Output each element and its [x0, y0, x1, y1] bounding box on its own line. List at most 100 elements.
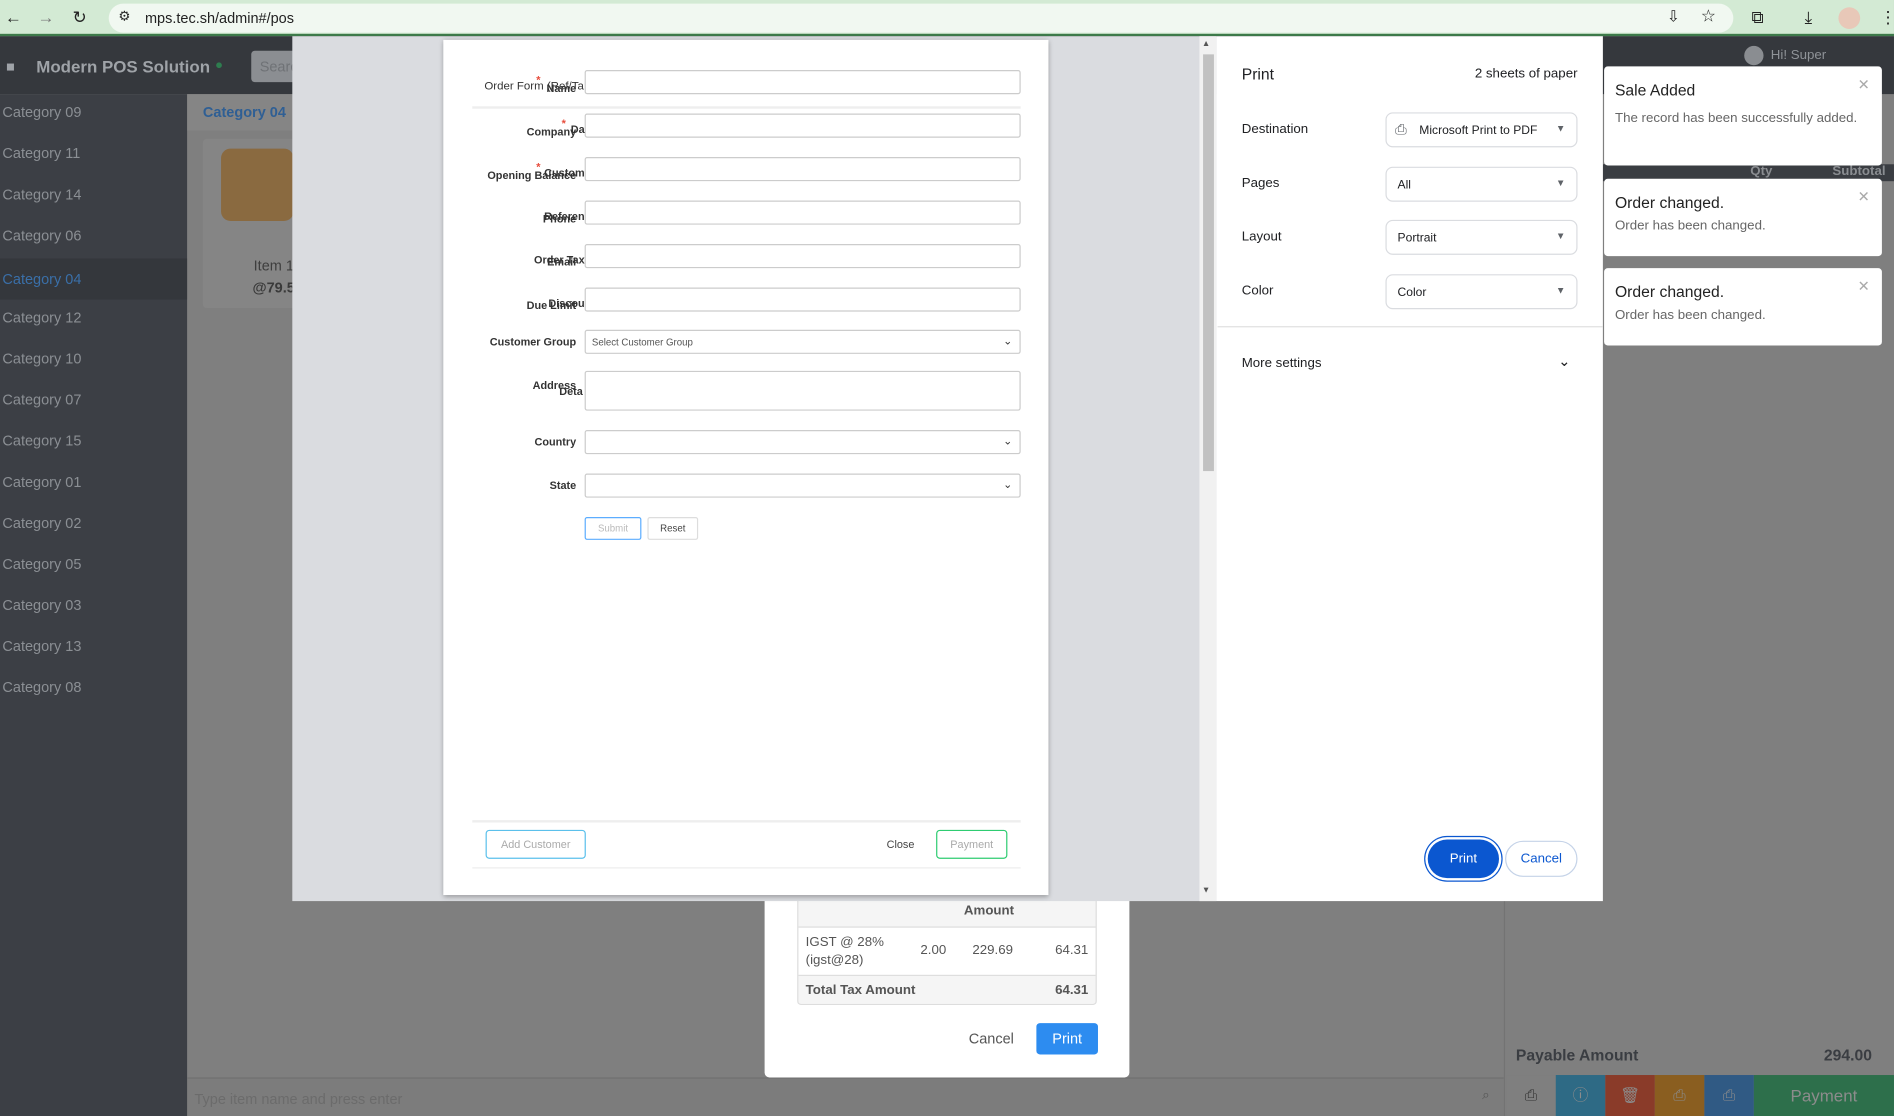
- search-icon[interactable]: ⌕: [1482, 1088, 1489, 1104]
- product-name: Item 1: [253, 257, 294, 275]
- item-input[interactable]: Type item name and press enter: [194, 1091, 402, 1108]
- sheet-count: 2 sheets of paper: [1474, 66, 1578, 81]
- cart-header-qty: Qty: [1750, 164, 1773, 179]
- brand-title: Modern POS Solution: [36, 56, 211, 77]
- sidebar-item-category-15[interactable]: Category 15: [2, 432, 81, 449]
- sidebar-item-category-04[interactable]: Category 04: [0, 258, 188, 300]
- chevron-down-icon: ⌄: [1003, 434, 1013, 447]
- payment-preview-button[interactable]: Payment: [936, 829, 1008, 859]
- customer-group-label: Customer Group: [489, 335, 577, 348]
- print-button[interactable]: Print: [1427, 839, 1500, 879]
- sidebar-item-category-11[interactable]: Category 11: [2, 145, 80, 162]
- sidebar-item-category-12[interactable]: Category 12: [2, 309, 81, 326]
- overlapping-label: Custom: [544, 166, 585, 179]
- folder-icon[interactable]: ■: [6, 58, 15, 75]
- tax-cancel-button[interactable]: Cancel: [969, 1030, 1014, 1047]
- sidebar-item-category-14[interactable]: Category 14: [2, 186, 81, 203]
- install-icon[interactable]: ⇩: [1667, 7, 1680, 26]
- scrollbar-thumb[interactable]: [1203, 54, 1214, 472]
- tax-row: IGST @ 28% (igst@28) 2.00 229.69 64.31: [798, 928, 1096, 976]
- address-textarea[interactable]: [584, 370, 1021, 411]
- print-bill-button[interactable]: ⎙: [1704, 1075, 1754, 1116]
- info-button[interactable]: ⓘ: [1555, 1075, 1606, 1116]
- sidebar-item-category-09[interactable]: Category 09: [2, 104, 81, 121]
- payment-button[interactable]: Payment: [1753, 1075, 1894, 1116]
- sidebar-item-category-06[interactable]: Category 06: [2, 227, 81, 244]
- sidebar-item-category-08[interactable]: Category 08: [2, 679, 81, 696]
- reload-icon[interactable]: ↻: [72, 7, 86, 28]
- close-icon[interactable]: ✕: [1858, 278, 1870, 295]
- overlapping-label: Da: [570, 123, 585, 136]
- color-select[interactable]: Color ▼: [1385, 274, 1578, 310]
- field-input[interactable]: [584, 287, 1021, 312]
- category-sidebar: Category 09 Category 11 Category 14 Categor…: [0, 94, 188, 1116]
- submit-button[interactable]: Submit: [584, 516, 642, 540]
- reset-button[interactable]: Reset: [647, 516, 699, 540]
- destination-select[interactable]: ⎙ Microsoft Print to PDF ▼: [1385, 112, 1578, 148]
- profile-avatar[interactable]: [1838, 7, 1861, 29]
- item-input-bar[interactable]: Type item name and press enter ⌕: [187, 1077, 1504, 1116]
- required-marker: *: [536, 73, 541, 86]
- menu-kebab-icon[interactable]: ⋮: [1879, 7, 1893, 28]
- extensions-icon[interactable]: ⧉: [1751, 7, 1763, 28]
- user-menu[interactable]: Hi! Super: [1771, 48, 1826, 62]
- field-input[interactable]: [584, 113, 1021, 138]
- state-select[interactable]: ⌄: [584, 473, 1021, 498]
- more-settings-toggle[interactable]: More settings: [1242, 356, 1322, 370]
- pages-select[interactable]: All ▼: [1385, 166, 1578, 202]
- sidebar-item-category-03[interactable]: Category 03: [2, 597, 81, 614]
- print-order-button[interactable]: ⎙: [1654, 1075, 1705, 1116]
- chevron-down-icon: ⌄: [1003, 334, 1013, 347]
- sidebar-item-category-07[interactable]: Category 07: [2, 391, 81, 408]
- status-planet-icon: ●: [215, 57, 224, 73]
- overlapping-label: Discou: [548, 297, 585, 310]
- scroll-up-icon[interactable]: ▲: [1202, 40, 1210, 48]
- country-select[interactable]: ⌄: [584, 430, 1021, 455]
- amount-header: Amount: [963, 903, 1015, 919]
- tax-print-button[interactable]: Print: [1036, 1023, 1098, 1055]
- sidebar-item-category-10[interactable]: Category 10: [2, 350, 81, 367]
- toast-order-changed: Order changed. Order has been changed. ✕: [1604, 178, 1882, 257]
- close-icon[interactable]: ✕: [1858, 188, 1870, 205]
- sidebar-item-category-13[interactable]: Category 13: [2, 638, 81, 655]
- field-label: Company: [526, 125, 577, 138]
- customer-group-select[interactable]: Select Customer Group ⌄: [584, 329, 1021, 354]
- sidebar-item-category-02[interactable]: Category 02: [2, 515, 81, 532]
- add-customer-button[interactable]: Add Customer: [485, 829, 586, 859]
- divider: [1217, 326, 1603, 328]
- field-input[interactable]: [584, 70, 1021, 95]
- download-icon[interactable]: ⤓: [1805, 7, 1812, 28]
- close-icon[interactable]: ✕: [1858, 76, 1870, 93]
- scroll-down-icon[interactable]: ▼: [1202, 887, 1210, 895]
- address-bar[interactable]: ⚙ mps.tec.sh/admin#/pos ⇩ ☆: [108, 3, 1734, 33]
- layout-select[interactable]: Portrait ▼: [1385, 219, 1578, 255]
- field-input[interactable]: [584, 243, 1021, 269]
- chevron-down-icon: ⌄: [1003, 478, 1013, 491]
- required-marker: *: [561, 117, 566, 130]
- sidebar-item-category-01[interactable]: Category 01: [2, 473, 81, 490]
- cart-header-subtotal: Subtotal: [1832, 164, 1886, 179]
- product-price: @79.5: [252, 279, 295, 296]
- delete-button[interactable]: 🗑: [1605, 1075, 1655, 1116]
- field-label: Name: [546, 82, 577, 95]
- toast-sale-added: Sale Added The record has been successful…: [1604, 66, 1882, 166]
- user-avatar[interactable]: [1744, 45, 1764, 66]
- chevron-down-icon[interactable]: ⌄: [1558, 353, 1570, 370]
- tax-table: Amount IGST @ 28% (igst@28) 2.00 229.69 …: [797, 896, 1097, 1005]
- country-label: Country: [534, 436, 577, 449]
- print-title: Print: [1241, 65, 1275, 84]
- sidebar-item-category-05[interactable]: Category 05: [2, 556, 81, 573]
- product-card[interactable]: Item 1 @79.5: [202, 138, 300, 309]
- site-settings-icon[interactable]: ⚙: [118, 8, 130, 24]
- close-button[interactable]: Close: [887, 838, 915, 850]
- bookmark-star-icon[interactable]: ☆: [1701, 6, 1716, 27]
- field-input[interactable]: [584, 157, 1021, 182]
- print-icon-button[interactable]: ⎙: [1506, 1075, 1556, 1116]
- overlapping-label: Order Tax: [534, 253, 585, 266]
- forward-icon[interactable]: →: [37, 7, 54, 26]
- overlapping-label: Referen: [544, 210, 585, 223]
- cancel-button[interactable]: Cancel: [1505, 840, 1578, 877]
- category-title: Category 04: [187, 94, 309, 131]
- field-input[interactable]: [584, 200, 1021, 225]
- back-icon[interactable]: ←: [5, 7, 22, 26]
